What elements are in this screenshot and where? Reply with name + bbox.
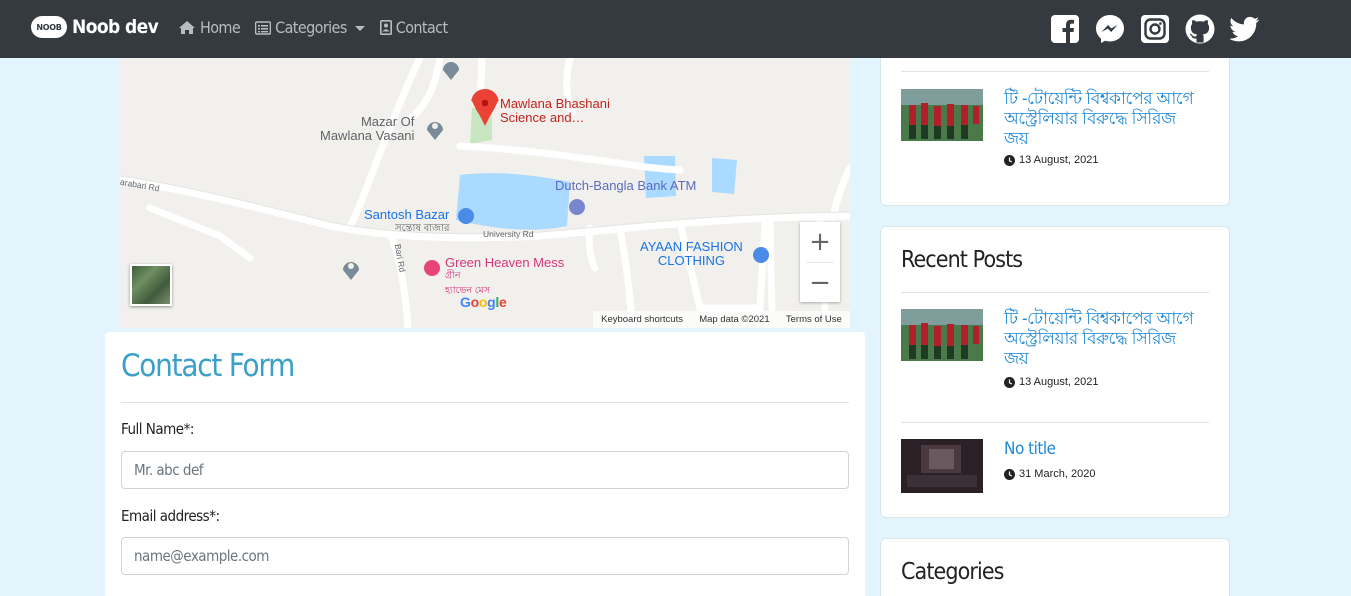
map-footer: Keyboard shortcuts Map data ©2021 Terms … bbox=[593, 311, 850, 328]
cricket-team-image bbox=[901, 89, 983, 141]
map-label-green-heaven[interactable]: Green Heaven Mess bbox=[445, 256, 564, 270]
featured-post-item[interactable]: টি -টোয়েন্টি বিশ্বকাপের আগে অস্ট্রেলিয়… bbox=[901, 89, 1211, 169]
clock-icon bbox=[1004, 154, 1015, 166]
clock-icon bbox=[1004, 376, 1015, 388]
categories-title: Categories bbox=[901, 559, 1004, 585]
terms-of-use-link[interactable]: Terms of Use bbox=[786, 314, 842, 325]
email-input[interactable] bbox=[121, 537, 849, 575]
recent-post-item[interactable]: No title 31 March, 2020 bbox=[901, 439, 1211, 495]
facebook-link[interactable] bbox=[1050, 14, 1080, 44]
satellite-toggle-button[interactable] bbox=[130, 264, 172, 306]
nav-links: Home Categories Contact bbox=[178, 18, 463, 37]
nav-categories-label: Categories bbox=[275, 18, 347, 37]
clock-icon bbox=[1004, 468, 1015, 480]
map-label-dutch-bangla[interactable]: Dutch-Bangla Bank ATM bbox=[555, 179, 696, 193]
github-icon bbox=[1185, 14, 1215, 44]
github-link[interactable] bbox=[1185, 14, 1215, 44]
post-thumbnail[interactable] bbox=[901, 89, 983, 141]
nav-categories-dropdown[interactable]: Categories bbox=[255, 18, 365, 37]
map-label-mazar[interactable]: Mazar Of Mawlana Vasani bbox=[320, 115, 414, 143]
home-icon bbox=[179, 21, 195, 34]
messenger-icon bbox=[1096, 15, 1124, 43]
zoom-in-button[interactable]: + bbox=[800, 222, 840, 262]
facebook-icon bbox=[1051, 15, 1079, 43]
divider bbox=[901, 292, 1209, 293]
divider bbox=[901, 71, 1209, 72]
post-title-link[interactable]: No title bbox=[1004, 439, 1204, 459]
post-date-text: 13 August, 2021 bbox=[1019, 154, 1099, 166]
map-zoom-controls: + − bbox=[800, 222, 840, 302]
map-label-santosh[interactable]: Santosh Bazar bbox=[364, 208, 449, 222]
full-name-label: Full Name*: bbox=[121, 420, 194, 438]
navbar: NOOB Noob dev Home Categories Contact bbox=[0, 0, 1351, 58]
zoom-out-button[interactable]: − bbox=[800, 263, 840, 303]
twitter-link[interactable] bbox=[1230, 14, 1260, 44]
post-title-link[interactable]: টি -টোয়েন্টি বিশ্বকাপের আগে অস্ট্রেলিয়… bbox=[1004, 309, 1204, 369]
instagram-link[interactable] bbox=[1140, 14, 1170, 44]
post-thumbnail[interactable] bbox=[901, 439, 983, 493]
contact-form-card: Contact Form Full Name*: Email address*: bbox=[105, 332, 865, 596]
post-thumbnail[interactable] bbox=[901, 309, 983, 361]
social-links bbox=[1050, 14, 1275, 44]
list-icon bbox=[255, 20, 272, 35]
chevron-down-icon bbox=[354, 26, 365, 31]
nav-home-label: Home bbox=[200, 18, 241, 37]
post-title-link[interactable]: টি -টোয়েন্টি বিশ্বকাপের আগে অস্ট্রেলিয়… bbox=[1004, 89, 1204, 149]
post-date-text: 31 March, 2020 bbox=[1019, 468, 1096, 480]
google-logo: Google bbox=[460, 294, 507, 310]
recent-posts-card: Recent Posts টি -টোয়েন্টি বিশ্বকাপের আগ… bbox=[880, 226, 1230, 518]
post-date: 13 August, 2021 bbox=[1004, 154, 1099, 166]
instagram-icon bbox=[1141, 15, 1169, 43]
map-label-mawlana[interactable]: Mawlana Bhashani Science and… bbox=[500, 97, 610, 125]
email-label: Email address*: bbox=[121, 507, 220, 525]
brand-link[interactable]: NOOB Noob dev bbox=[31, 16, 159, 38]
map-road-university: University Rd bbox=[483, 229, 534, 239]
divider bbox=[121, 402, 849, 403]
nav-contact[interactable]: Contact bbox=[379, 18, 448, 37]
nav-home[interactable]: Home bbox=[178, 18, 241, 37]
map-label-ayaan[interactable]: AYAAN FASHION CLOTHING bbox=[640, 240, 743, 268]
brand-logo: NOOB bbox=[31, 16, 67, 38]
keyboard-shortcuts-link[interactable]: Keyboard shortcuts bbox=[601, 314, 683, 325]
divider bbox=[901, 422, 1209, 423]
contact-card-icon bbox=[379, 20, 392, 35]
post-date: 13 August, 2021 bbox=[1004, 376, 1099, 388]
recent-post-item[interactable]: টি -টোয়েন্টি বিশ্বকাপের আগে অস্ট্রেলিয়… bbox=[901, 309, 1211, 389]
map-data-attribution: Map data ©2021 bbox=[699, 314, 770, 325]
google-map[interactable]: Mawlana Bhashani Science and… Mazar Of M… bbox=[120, 58, 850, 328]
post-date: 31 March, 2020 bbox=[1004, 468, 1095, 480]
categories-card: Categories bbox=[880, 538, 1230, 596]
twitter-icon bbox=[1230, 16, 1260, 42]
laptop-image bbox=[901, 439, 983, 493]
cricket-team-image bbox=[901, 309, 983, 361]
map-label-santosh-bn: সন্তোষ বাজার bbox=[395, 223, 450, 234]
messenger-link[interactable] bbox=[1095, 14, 1125, 44]
brand-name: Noob dev bbox=[72, 16, 159, 38]
full-name-input[interactable] bbox=[121, 451, 849, 489]
recent-posts-title: Recent Posts bbox=[901, 247, 1023, 273]
post-date-text: 13 August, 2021 bbox=[1019, 376, 1099, 388]
contact-form-title: Contact Form bbox=[121, 348, 295, 384]
nav-contact-label: Contact bbox=[395, 18, 448, 37]
